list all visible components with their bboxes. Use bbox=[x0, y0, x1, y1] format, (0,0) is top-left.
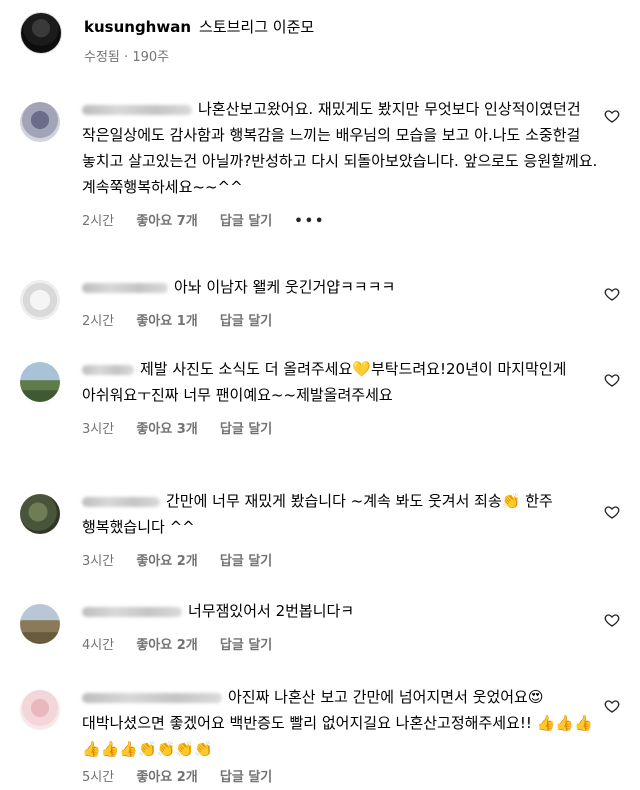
commenter-avatar[interactable] bbox=[20, 494, 60, 534]
comment-actions: 5시간 좋아요 2개 답글 달기 bbox=[82, 766, 602, 785]
heart-outline-icon[interactable] bbox=[604, 372, 620, 388]
comment-time[interactable]: 2시간 bbox=[82, 214, 114, 229]
heart-outline-icon[interactable] bbox=[604, 286, 620, 302]
comment-time[interactable]: 3시간 bbox=[82, 554, 114, 569]
reply-button[interactable]: 답글 달기 bbox=[220, 422, 272, 437]
edited-label: 수정됨 bbox=[84, 50, 120, 65]
comment: 아놔 이남자 왤케 웃긴거얍ㅋㅋㅋㅋ 2시간 좋아요 1개 답글 달기 bbox=[20, 274, 620, 334]
commenter-avatar[interactable] bbox=[20, 362, 60, 402]
commenter-avatar[interactable] bbox=[20, 604, 60, 644]
post-caption: 스토브리그 이준모 bbox=[199, 18, 315, 36]
commenter-avatar[interactable] bbox=[20, 280, 60, 320]
comment-time[interactable]: 4시간 bbox=[82, 638, 114, 653]
comment-actions: 2시간 좋아요 1개 답글 달기 bbox=[82, 310, 602, 329]
comment: 제발 사진도 소식도 더 올려주세요💛부탁드려요!20년이 마지막인게 아쉬워요… bbox=[20, 356, 620, 466]
comment-text: 아진짜 나혼산 보고 간만에 넘어지면서 웃었어요😍 대박나셨으면 좋겠어요 백… bbox=[82, 688, 593, 758]
comment: 아진짜 나혼산 보고 간만에 넘어지면서 웃었어요😍 대박나셨으면 좋겠어요 백… bbox=[20, 684, 620, 788]
comment: 나혼산보고왔어요. 재밌게도 봤지만 무엇보다 인상적이였던건 작은일상에도 감… bbox=[20, 96, 620, 246]
reply-button[interactable]: 답글 달기 bbox=[220, 214, 272, 229]
comment-time[interactable]: 2시간 bbox=[82, 314, 114, 329]
owner-avatar[interactable] bbox=[20, 12, 62, 54]
likes-count[interactable]: 좋아요 2개 bbox=[136, 770, 197, 785]
comment-actions: 2시간 좋아요 7개 답글 달기 ••• bbox=[82, 210, 602, 229]
likes-count[interactable]: 좋아요 1개 bbox=[136, 314, 197, 329]
comment-text: 나혼산보고왔어요. 재밌게도 봤지만 무엇보다 인상적이였던건 작은일상에도 감… bbox=[82, 100, 598, 196]
reply-button[interactable]: 답글 달기 bbox=[220, 638, 272, 653]
likes-count[interactable]: 좋아요 3개 bbox=[136, 422, 197, 437]
heart-eyes-emoji: 😍 bbox=[527, 688, 544, 706]
more-options-icon[interactable]: ••• bbox=[294, 214, 325, 229]
comment-text: 너무잼있어서 2번봅니다ㅋ bbox=[82, 598, 602, 624]
blurred-username[interactable] bbox=[82, 606, 182, 617]
post-meta: 수정됨 · 190주 bbox=[84, 46, 169, 65]
comment: 간만에 너무 재밌게 봤습니다 ~계속 봐도 웃겨서 죄송👏 한주 행복했습니다… bbox=[20, 488, 620, 574]
comment-actions: 4시간 좋아요 2개 답글 달기 bbox=[82, 634, 602, 653]
reply-button[interactable]: 답글 달기 bbox=[220, 314, 272, 329]
likes-count[interactable]: 좋아요 7개 bbox=[136, 214, 197, 229]
blurred-username[interactable] bbox=[82, 692, 222, 703]
blurred-username[interactable] bbox=[82, 282, 168, 293]
comment: 너무잼있어서 2번봅니다ㅋ 4시간 좋아요 2개 답글 달기 bbox=[20, 598, 620, 658]
blurred-username[interactable] bbox=[82, 496, 160, 507]
owner-line: kusunghwan 스토브리그 이준모 bbox=[84, 16, 314, 37]
comment-text: 제발 사진도 소식도 더 올려주세요💛부탁드려요!20년이 마지막인게 아쉬워요… bbox=[82, 360, 567, 404]
comment-text: 아놔 이남자 왤케 웃긴거얍ㅋㅋㅋㅋ bbox=[82, 274, 602, 300]
owner-username[interactable]: kusunghwan bbox=[84, 18, 191, 36]
clapping-hands-emoji: 👏 bbox=[501, 492, 521, 510]
heart-outline-icon[interactable] bbox=[604, 108, 620, 124]
comment-actions: 3시간 좋아요 2개 답글 달기 bbox=[82, 550, 602, 569]
blurred-username[interactable] bbox=[82, 104, 192, 115]
comment-actions: 3시간 좋아요 3개 답글 달기 bbox=[82, 418, 602, 437]
comment-time[interactable]: 3시간 bbox=[82, 422, 114, 437]
comment-text: 간만에 너무 재밌게 봤습니다 ~계속 봐도 웃겨서 죄송👏 한주 행복했습니다… bbox=[82, 492, 553, 536]
blurred-username[interactable] bbox=[82, 364, 134, 375]
likes-count[interactable]: 좋아요 2개 bbox=[136, 554, 197, 569]
post-header: kusunghwan 스토브리그 이준모 수정됨 · 190주 bbox=[20, 10, 620, 70]
heart-outline-icon[interactable] bbox=[604, 612, 620, 628]
post-age: 190주 bbox=[132, 50, 170, 65]
reply-button[interactable]: 답글 달기 bbox=[220, 554, 272, 569]
heart-outline-icon[interactable] bbox=[604, 698, 620, 714]
likes-count[interactable]: 좋아요 2개 bbox=[136, 638, 197, 653]
comment-time[interactable]: 5시간 bbox=[82, 770, 114, 785]
commenter-avatar[interactable] bbox=[20, 102, 60, 142]
yellow-heart-emoji: 💛 bbox=[352, 360, 371, 378]
heart-outline-icon[interactable] bbox=[604, 504, 620, 520]
reply-button[interactable]: 답글 달기 bbox=[220, 770, 272, 785]
commenter-avatar[interactable] bbox=[20, 690, 60, 730]
meta-separator: · bbox=[124, 50, 129, 65]
